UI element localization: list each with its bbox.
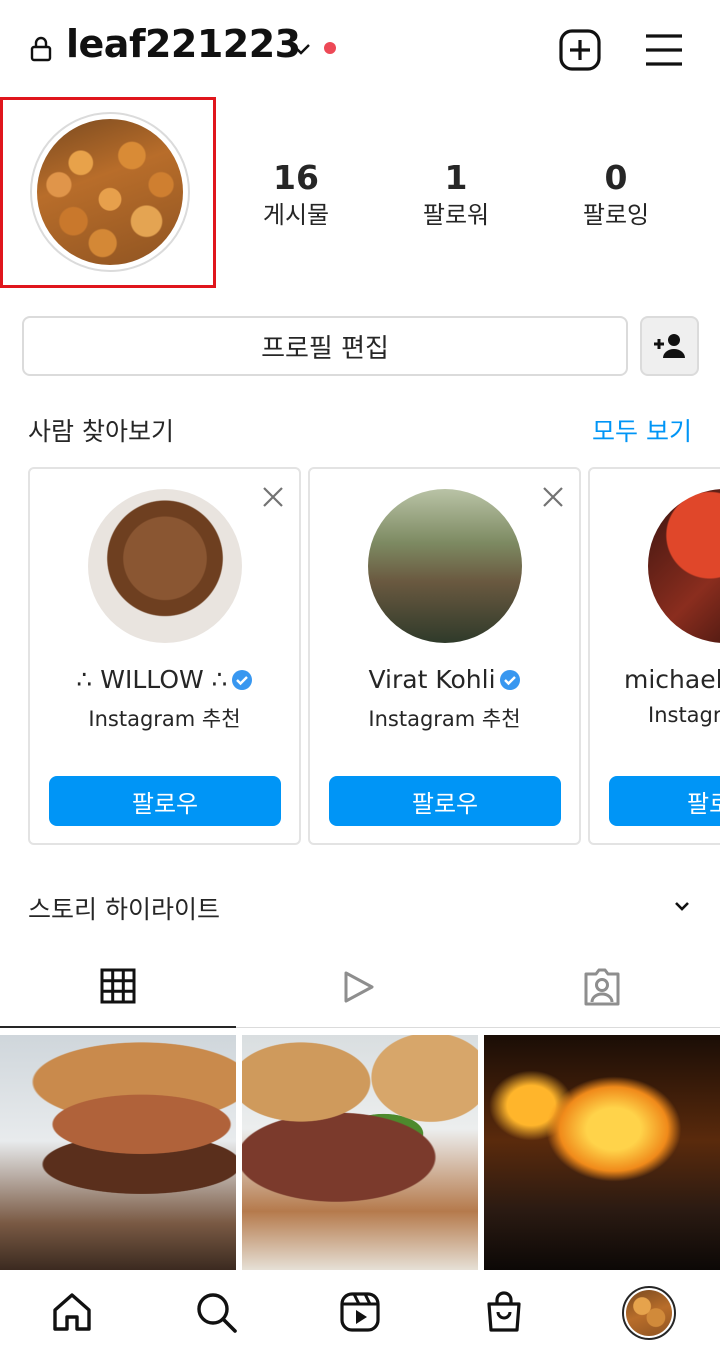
profile-avatar[interactable] [30,112,190,272]
followers-count[interactable]: 1 팔로워 [386,158,526,232]
suggestion-name[interactable]: ∴ WILLOW ∴ [30,665,299,694]
suggestion-card[interactable]: ∴ WILLOW ∴ Instagram 추천 팔로우 [28,467,301,845]
suggestion-name-text: Virat Kohli [368,665,496,694]
suggestion-subtitle: Instagram 추천 [88,707,241,731]
follow-button[interactable]: 팔로 [609,776,720,826]
posts-count-value: 16 [273,158,319,197]
suggestion-cards: ∴ WILLOW ∴ Instagram 추천 팔로우 Virat Kohli … [0,467,720,845]
tab-posts-grid[interactable] [0,946,236,1028]
nav-search[interactable] [192,1288,240,1336]
followers-count-label: 팔로워 [422,201,490,229]
tagged-icon [584,968,620,1006]
tab-reels[interactable] [240,946,476,1028]
discover-people-button[interactable] [640,316,699,376]
nav-reels[interactable] [336,1288,384,1336]
suggestion-name-text: ∴ WILLOW ∴ [76,665,228,694]
discover-people-title: 사람 찾아보기 [28,417,174,446]
profile-tabs [0,946,720,1028]
see-all-link[interactable]: 모두 보기 [592,412,692,448]
following-count[interactable]: 0 팔로잉 [546,158,686,232]
story-highlights-title[interactable]: 스토리 하이라이트 [28,890,220,926]
bottom-navigation [0,1270,720,1354]
chevron-down-icon[interactable] [290,38,312,60]
suggestion-name[interactable]: Virat Kohli [310,665,579,694]
tab-tagged[interactable] [484,946,720,1028]
new-post-icon[interactable] [558,28,602,72]
post-thumbnail[interactable] [484,1035,720,1270]
profile-avatar-image [37,119,183,265]
edit-profile-button[interactable]: 프로필 편집 [22,316,628,376]
suggestion-subtitle: Instagram 추천 [368,707,521,731]
suggestion-card[interactable]: michael Instagr 팔로 [588,467,720,845]
posts-count-label: 게시물 [262,201,330,229]
close-icon[interactable] [261,485,285,509]
following-count-value: 0 [604,158,628,197]
suggestion-avatar[interactable] [88,489,242,643]
suggestion-subtitle: Instagr [648,703,720,727]
reels-play-icon [344,971,374,1003]
profile-avatar-small [626,1290,672,1336]
reels-icon [340,1292,380,1332]
follow-button[interactable]: 팔로우 [49,776,281,826]
search-icon [197,1293,237,1333]
shop-icon [487,1291,521,1332]
suggestion-avatar[interactable] [648,489,720,643]
verified-badge-icon [231,670,252,690]
grid-icon [100,968,136,1004]
lock-icon [30,36,52,62]
menu-icon[interactable] [642,28,686,72]
suggestion-avatar[interactable] [368,489,522,643]
followers-count-value: 1 [444,158,468,197]
close-icon[interactable] [541,485,565,509]
nav-shop[interactable] [480,1288,528,1336]
post-thumbnail[interactable] [0,1035,236,1270]
suggestion-name[interactable]: michael [624,665,720,694]
nav-profile[interactable] [622,1286,676,1340]
verified-badge-icon [499,670,520,690]
account-username[interactable]: leaf221223 [66,22,301,66]
post-thumbnail[interactable] [242,1035,478,1270]
notification-dot [324,42,336,54]
home-icon [53,1293,91,1331]
add-person-icon [653,334,685,358]
posts-count[interactable]: 16 게시물 [226,158,366,232]
chevron-down-icon[interactable] [672,896,692,916]
nav-home[interactable] [48,1288,96,1336]
following-count-label: 팔로잉 [582,201,650,229]
posts-grid [0,1035,720,1270]
top-header: leaf221223 [0,0,720,96]
suggestion-card[interactable]: Virat Kohli Instagram 추천 팔로우 [308,467,581,845]
follow-button[interactable]: 팔로우 [329,776,561,826]
